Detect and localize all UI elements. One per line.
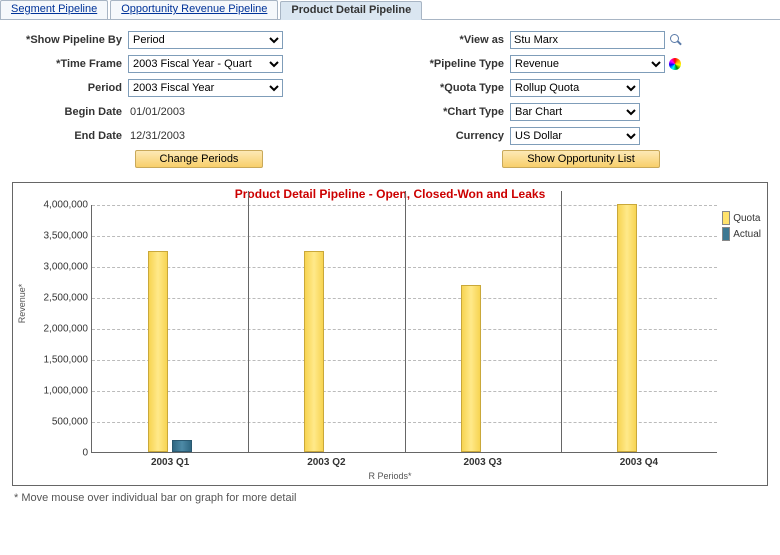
tab-product-detail-pipeline[interactable]: Product Detail Pipeline	[280, 1, 422, 20]
category-gridline	[405, 191, 406, 452]
quota-type-label: *Quota Type	[390, 82, 510, 94]
x-tick-label: 2003 Q3	[443, 457, 523, 468]
legend-settings-icon[interactable]	[669, 58, 681, 70]
y-tick-label: 1,500,000	[28, 355, 88, 366]
currency-label: Currency	[390, 130, 510, 142]
y-tick-label: 0	[28, 448, 88, 459]
end-date-label: End Date	[8, 130, 128, 142]
filter-form: *Show Pipeline By Period *Time Frame 200…	[0, 20, 780, 178]
chart-plot-area: 0500,0001,000,0001,500,0002,000,0002,500…	[91, 205, 717, 453]
tab-opportunity-revenue-pipeline[interactable]: Opportunity Revenue Pipeline	[110, 0, 278, 19]
end-date-value: 12/31/2003	[128, 130, 185, 142]
bar-quota[interactable]	[304, 251, 324, 453]
begin-date-value: 01/01/2003	[128, 106, 185, 118]
y-tick-label: 500,000	[28, 417, 88, 428]
show-pipeline-by-label: *Show Pipeline By	[8, 34, 128, 46]
left-column: *Show Pipeline By Period *Time Frame 200…	[8, 30, 390, 174]
bar-quota[interactable]	[461, 285, 481, 452]
y-axis-label: Revenue*	[17, 284, 27, 324]
chart-panel: Product Detail Pipeline - Open, Closed-W…	[12, 182, 768, 486]
chart-type-select[interactable]: Bar Chart	[510, 103, 640, 121]
x-tick-label: 2003 Q2	[286, 457, 366, 468]
chart-type-label: *Chart Type	[390, 106, 510, 118]
category-gridline	[248, 191, 249, 452]
view-as-label: *View as	[390, 34, 510, 46]
bar-actual[interactable]	[172, 440, 192, 452]
pipeline-type-select[interactable]: Revenue	[510, 55, 665, 73]
currency-select[interactable]: US Dollar	[510, 127, 640, 145]
y-tick-label: 3,000,000	[28, 262, 88, 273]
y-tick-label: 2,500,000	[28, 293, 88, 304]
tab-bar: Segment Pipeline Opportunity Revenue Pip…	[0, 0, 780, 20]
show-opportunity-list-button[interactable]: Show Opportunity List	[502, 150, 660, 168]
x-tick-label: 2003 Q4	[599, 457, 679, 468]
y-tick-label: 4,000,000	[28, 200, 88, 211]
y-tick-label: 3,500,000	[28, 231, 88, 242]
view-as-lookup-icon[interactable]	[669, 33, 683, 47]
change-periods-button[interactable]: Change Periods	[135, 150, 264, 168]
period-select[interactable]: 2003 Fiscal Year	[128, 79, 283, 97]
chart-footnote: * Move mouse over individual bar on grap…	[14, 492, 766, 504]
quota-type-select[interactable]: Rollup Quota	[510, 79, 640, 97]
view-as-input[interactable]	[510, 31, 665, 49]
show-pipeline-by-select[interactable]: Period	[128, 31, 283, 49]
category-gridline	[561, 191, 562, 452]
pipeline-type-label: *Pipeline Type	[390, 58, 510, 70]
y-tick-label: 2,000,000	[28, 324, 88, 335]
tab-segment-pipeline[interactable]: Segment Pipeline	[0, 0, 108, 19]
time-frame-label: *Time Frame	[8, 58, 128, 70]
y-tick-label: 1,000,000	[28, 386, 88, 397]
x-axis-label: R Periods*	[19, 471, 761, 481]
right-column: *View as *Pipeline Type Revenue *Quota T…	[390, 30, 772, 174]
bar-quota[interactable]	[148, 251, 168, 453]
chart-title: Product Detail Pipeline - Open, Closed-W…	[19, 187, 761, 201]
period-label: Period	[8, 82, 128, 94]
x-tick-label: 2003 Q1	[130, 457, 210, 468]
time-frame-select[interactable]: 2003 Fiscal Year - Quart	[128, 55, 283, 73]
begin-date-label: Begin Date	[8, 106, 128, 118]
bar-quota[interactable]	[617, 204, 637, 452]
